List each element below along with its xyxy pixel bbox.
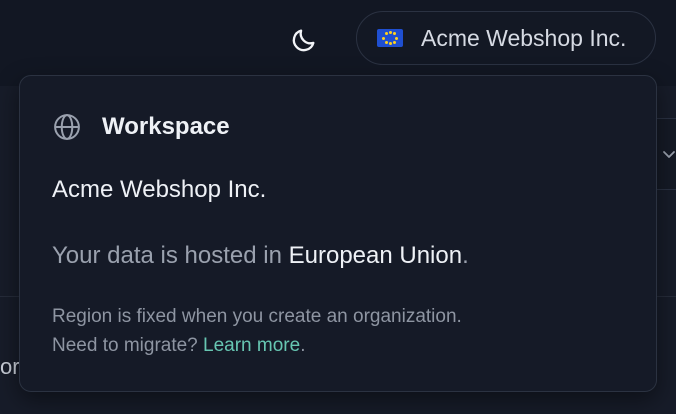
organization-name: Acme Webshop Inc. — [52, 176, 267, 203]
eu-flag-icon — [377, 29, 403, 47]
moon-icon — [292, 29, 315, 52]
popover-title: Workspace — [102, 113, 230, 140]
app-window: or Acme Webshop Inc. Workspace Acme Webs… — [0, 0, 676, 414]
hosting-region-text: Your data is hosted in European Union. — [52, 242, 469, 270]
region-note-line1: Region is fixed when you create an organ… — [52, 306, 462, 327]
hosted-suffix: . — [462, 242, 469, 269]
migrate-prefix: Need to migrate? — [52, 335, 204, 356]
chevron-down-icon — [663, 151, 675, 158]
org-switcher-label: Acme Webshop Inc. — [421, 24, 627, 51]
workspace-popover: Workspace Acme Webshop Inc. Your data is… — [19, 75, 657, 392]
region-note-line2: Need to migrate? Learn more. — [52, 331, 462, 360]
globe-icon — [54, 114, 80, 140]
learn-more-link[interactable]: Learn more — [203, 335, 300, 356]
region-note: Region is fixed when you create an organ… — [52, 302, 462, 360]
popover-header: Workspace — [52, 112, 230, 142]
hosted-region: European Union — [288, 242, 463, 269]
background-text-fragment: or — [0, 354, 20, 379]
hosted-prefix: Your data is hosted in — [52, 242, 289, 269]
theme-toggle-button[interactable] — [284, 20, 324, 60]
migrate-suffix: . — [300, 335, 306, 356]
org-switcher-button[interactable]: Acme Webshop Inc. — [356, 11, 656, 65]
